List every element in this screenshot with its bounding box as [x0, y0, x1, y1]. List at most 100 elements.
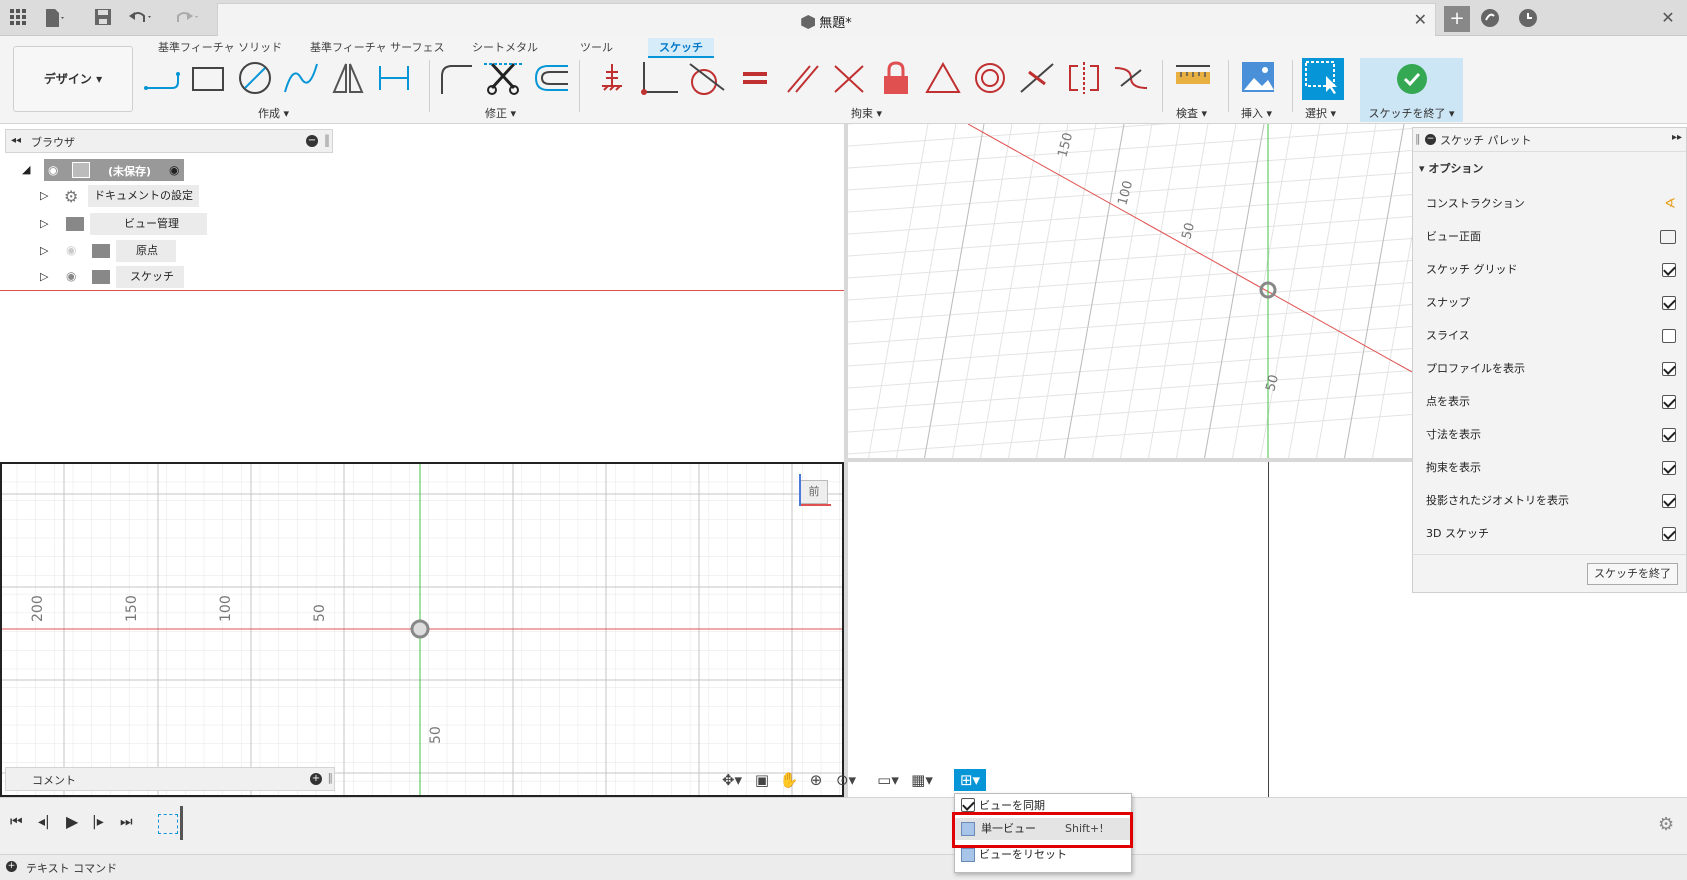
grid-settings-icon[interactable]: ▦▾ [908, 769, 936, 791]
expand-triangle-icon[interactable]: ▷ [40, 244, 48, 257]
orbit-icon[interactable]: ✥▾ [718, 769, 746, 791]
pan-hand-icon[interactable]: ✋ [775, 769, 803, 791]
snap-checkbox[interactable] [1662, 296, 1676, 310]
viewport-top-right[interactable]: 150 100 50 50 [848, 124, 1412, 461]
eye-hidden-icon[interactable]: ◉ [66, 243, 76, 257]
finish-sketch-label[interactable]: スケッチを終了 ▾ [1360, 105, 1463, 121]
rectangle-tool-icon[interactable] [188, 60, 228, 96]
inspect-group-label[interactable]: 検査 ▾ [1176, 105, 1207, 121]
show-constraints-checkbox[interactable] [1662, 461, 1676, 475]
tree-item[interactable]: ▷ ビュー管理 [40, 213, 220, 235]
fillet-tool-icon[interactable] [436, 60, 476, 96]
expand-icon[interactable]: + [6, 861, 17, 872]
options-section-header[interactable]: ▾ オプション [1419, 160, 1483, 176]
step-back-icon[interactable]: ◂| [38, 814, 50, 830]
select-group-label[interactable]: 選択 ▾ [1305, 105, 1336, 121]
viewport-bottom-right[interactable] [848, 462, 1412, 797]
triangle-constraint-icon[interactable] [923, 60, 963, 96]
display-settings-icon[interactable]: ▭▾ [874, 769, 902, 791]
tangent-constraint-icon[interactable] [686, 60, 726, 96]
offset-tool-icon[interactable] [532, 60, 572, 96]
insert-image-icon[interactable] [1238, 60, 1278, 96]
expand-triangle-icon[interactable]: ▷ [40, 189, 48, 202]
eye-icon[interactable]: ◉ [48, 163, 58, 177]
parallel-constraint-icon[interactable] [782, 60, 822, 96]
expand-triangle-icon[interactable]: ◢ [22, 163, 30, 176]
viewports-icon[interactable]: ⊞▾ [954, 769, 986, 791]
sketch-grid-checkbox[interactable] [1662, 263, 1676, 277]
close-app-icon[interactable]: ✕ [1658, 8, 1678, 28]
construction-icon[interactable]: ∢ [1664, 194, 1676, 214]
spline-tool-icon[interactable] [281, 60, 321, 96]
palette-row-slice[interactable]: スライス [1426, 326, 1676, 346]
curvature-constraint-icon[interactable] [1111, 60, 1151, 96]
palette-row-3d-sketch[interactable]: 3D スケッチ [1426, 524, 1676, 544]
pin-icon[interactable]: ‖ [1415, 132, 1421, 145]
sync-views-checkbox[interactable] [961, 798, 975, 812]
view-cube[interactable]: 前 [800, 480, 828, 504]
expand-triangle-icon[interactable]: ▷ [40, 270, 48, 283]
close-icon[interactable]: ✕ [1414, 10, 1427, 29]
activate-radio-icon[interactable]: ◉ [169, 163, 179, 177]
select-tool-icon[interactable] [1302, 58, 1344, 100]
tree-item[interactable]: ▷ ⚙ ドキュメントの設定 [40, 185, 220, 207]
tab-surface[interactable]: 基準フィーチャ サーフェス [305, 38, 450, 58]
collapse-right-icon[interactable]: ▸▸ [1672, 132, 1682, 143]
minimize-icon[interactable]: − [1425, 134, 1436, 145]
palette-row-snap[interactable]: スナップ [1426, 293, 1676, 313]
symmetry-constraint-icon[interactable] [1064, 60, 1104, 96]
grid-menu-icon[interactable] [8, 8, 28, 28]
undo-icon[interactable] [128, 8, 151, 28]
trim-scissors-icon[interactable] [484, 60, 524, 96]
palette-row-grid[interactable]: スケッチ グリッド [1426, 260, 1676, 280]
fix-constraint-icon[interactable] [592, 60, 632, 96]
tree-item[interactable]: ▷ ◉ 原点 [40, 240, 220, 262]
mirror-triangle-icon[interactable] [328, 60, 368, 96]
fit-icon[interactable]: ⊙▾ [832, 769, 860, 791]
tab-tools[interactable]: ツール [575, 38, 618, 58]
circle-tool-icon[interactable] [235, 60, 275, 96]
palette-row-look-at[interactable]: ビュー正面 [1426, 227, 1676, 247]
palette-row-points[interactable]: 点を表示 [1426, 392, 1676, 412]
lock-constraint-icon[interactable] [876, 60, 916, 96]
show-projected-checkbox[interactable] [1662, 494, 1676, 508]
constraints-group-label[interactable]: 拘束 ▾ [851, 105, 882, 121]
zoom-icon[interactable]: ⊕ [802, 769, 830, 791]
workspace-switcher[interactable]: デザイン ▾ [13, 46, 133, 112]
pin-icon[interactable]: ‖ [328, 771, 334, 784]
measure-ruler-icon[interactable] [1173, 60, 1213, 96]
play-icon[interactable]: ▶ [66, 812, 78, 831]
pin-icon[interactable]: ‖ [324, 133, 330, 147]
look-at-icon[interactable] [1660, 230, 1676, 244]
save-icon[interactable] [93, 8, 113, 28]
slice-checkbox[interactable] [1662, 329, 1676, 343]
line-tool-icon[interactable] [142, 60, 182, 96]
look-at-icon[interactable]: ▣ [748, 769, 776, 791]
palette-row-projected[interactable]: 投影されたジオメトリを表示 [1426, 491, 1676, 511]
palette-row-construction[interactable]: コンストラクション ∢ [1426, 194, 1676, 214]
tree-root[interactable]: ◢ ◉ (未保存) ◉ [22, 159, 202, 181]
skip-start-icon[interactable]: ⏮ [10, 814, 23, 830]
concentric-constraint-icon[interactable] [970, 60, 1010, 96]
insert-group-label[interactable]: 挿入 ▾ [1241, 105, 1272, 121]
expand-triangle-icon[interactable]: ▷ [40, 217, 48, 230]
finish-check-icon[interactable] [1397, 64, 1427, 94]
add-tab-icon[interactable]: + [1444, 6, 1470, 32]
perpendicular-constraint-icon[interactable] [829, 60, 869, 96]
palette-row-profile[interactable]: プロファイルを表示 [1426, 359, 1676, 379]
dimension-tool-icon[interactable] [374, 60, 414, 96]
tab-sketch[interactable]: スケッチ [648, 38, 714, 58]
step-forward-icon[interactable]: |▸ [92, 814, 104, 830]
3d-sketch-checkbox[interactable] [1662, 527, 1676, 541]
viewport-bottom-left[interactable]: 200 150 100 50 50 前 コメント + ‖ [0, 462, 844, 797]
palette-row-dimensions[interactable]: 寸法を表示 [1426, 425, 1676, 445]
online-icon[interactable] [1480, 8, 1500, 28]
create-group-label[interactable]: 作成 ▾ [258, 105, 289, 121]
gear-icon[interactable]: ⚙ [1658, 814, 1674, 835]
redo-icon[interactable] [174, 8, 198, 28]
clock-icon[interactable] [1518, 8, 1538, 28]
timeline-marker[interactable] [180, 806, 183, 840]
file-icon[interactable] [44, 8, 64, 28]
show-dimensions-checkbox[interactable] [1662, 428, 1676, 442]
text-command-label[interactable]: テキスト コマンド [26, 860, 117, 876]
